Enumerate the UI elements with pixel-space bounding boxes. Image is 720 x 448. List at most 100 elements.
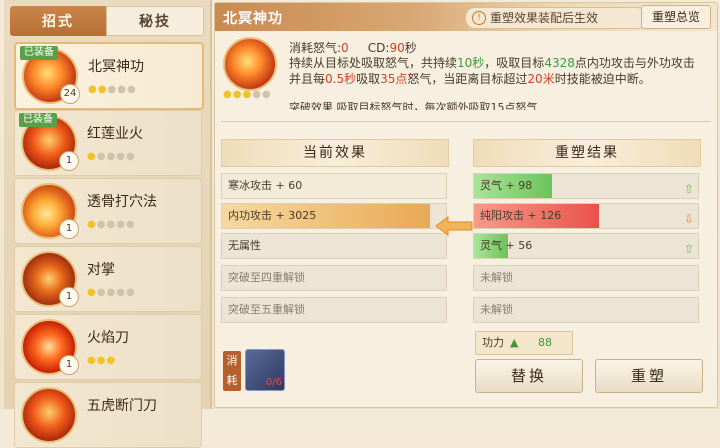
info-icon: ! — [472, 11, 486, 25]
replace-button[interactable]: 替换 — [475, 359, 583, 393]
description-segment: 持续从目标处吸取怒气，共持续 — [289, 56, 458, 70]
star-icon: ● — [126, 84, 137, 95]
current-effect-row: 突破至五重解锁 — [221, 297, 447, 323]
power-value: 88 — [538, 336, 552, 349]
cost-label: 消耗怒气: — [289, 41, 342, 55]
arrow-up-icon: ⇧ — [683, 242, 694, 256]
current-effect-row: 突破至四重解锁 — [221, 265, 447, 291]
current-effect-row: 无属性 — [221, 233, 447, 259]
star-icon: ● — [261, 89, 272, 100]
skill-item-icon — [21, 387, 77, 443]
star-icon: ● — [88, 84, 98, 95]
star-icon: ● — [232, 89, 243, 100]
skill-item[interactable]: 已装备 1 红莲业火 ●●●●● — [14, 110, 202, 176]
current-effect-header: 当前效果 — [221, 139, 449, 167]
reshape-overview-button[interactable]: 重塑总览 — [641, 5, 711, 29]
power-stat: 功力 ▲ 88 — [475, 331, 573, 355]
consume-item-slot[interactable]: 0/6 — [245, 349, 285, 391]
skill-list-panel: 招式 秘技 已装备 24 北冥神功 ●●●●● 已装备 1 红莲业火 ●●●●● 1 透骨打穴法 ●… — [4, 0, 212, 448]
star-icon: ● — [125, 287, 136, 298]
star-icon: ● — [106, 219, 117, 230]
consume-count: 0/6 — [265, 377, 282, 388]
power-label: 功力 — [482, 336, 504, 349]
skill-tabs: 招式 秘技 — [10, 6, 204, 36]
skill-item[interactable]: 1 透骨打穴法 ●●●●● — [14, 178, 202, 244]
star-icon: ● — [87, 355, 97, 366]
consume-label: 消耗 — [223, 351, 241, 391]
skill-description: 持续从目标处吸取怒气，共持续10秒，吸取目标4328点内功攻击与外功攻击并且每0… — [289, 55, 695, 87]
cd-unit: 秒 — [404, 41, 417, 55]
star-icon: ● — [106, 287, 117, 298]
skill-level: 1 — [59, 287, 79, 307]
skill-item[interactable]: 1 对掌 ●●●●● — [14, 246, 202, 312]
reshape-result-row: 灵气 + 98 ⇧ — [473, 173, 699, 199]
equipped-badge: 已装备 — [19, 113, 57, 127]
effect-text: 寒冰攻击 + 60 — [228, 179, 303, 192]
star-icon: ● — [252, 89, 262, 100]
skill-description-clipped: 突破效果 吸取目标怒气时，每次额外吸取15点怒气 — [289, 102, 538, 110]
description-segment: 10秒 — [457, 56, 485, 70]
tab-moves[interactable]: 招式 — [10, 6, 106, 36]
reshape-tip: ! 重塑效果装配后生效 — [465, 7, 647, 29]
skill-item-name: 对掌 — [87, 262, 115, 278]
skill-item-name: 五虎断门刀 — [87, 398, 157, 414]
skill-item-stars: ●●●●● — [87, 151, 136, 162]
skill-title: 北冥神功 — [223, 11, 283, 27]
star-icon: ● — [87, 151, 97, 162]
description-segment: 点内功攻击 — [574, 56, 635, 70]
result-text: 未解锁 — [480, 271, 513, 284]
description-segment: 4328 — [544, 56, 575, 70]
tab-secret-skills[interactable]: 秘技 — [106, 6, 204, 36]
skill-item-name: 红莲业火 — [87, 126, 143, 142]
skill-item-name: 透骨打穴法 — [87, 194, 157, 210]
skill-level: 24 — [60, 84, 80, 104]
swap-arrow-icon — [434, 213, 474, 239]
description-segment: 35点 — [380, 72, 408, 86]
reshape-button[interactable]: 重塑 — [595, 359, 703, 393]
skill-level: 1 — [59, 219, 79, 239]
star-icon: ● — [117, 84, 127, 95]
star-icon: ● — [96, 355, 107, 366]
reshape-result-row: 灵气 + 56 ⇧ — [473, 233, 699, 259]
result-text: 灵气 + 98 — [480, 179, 533, 192]
skill-item-stars: ●●●●● — [87, 287, 136, 298]
star-icon: ● — [223, 89, 233, 100]
reshape-result-header: 重塑结果 — [473, 139, 701, 167]
effect-text: 突破至四重解锁 — [228, 271, 305, 284]
description-segment: 0.5秒 — [325, 72, 357, 86]
star-icon: ● — [96, 287, 107, 298]
skill-item-stars: ●●●●● — [88, 84, 137, 95]
arrow-down-icon: ⇩ — [683, 212, 694, 226]
star-icon: ● — [96, 219, 107, 230]
reshape-tip-text: 重塑效果装配后生效 — [490, 11, 599, 25]
star-icon: ● — [96, 151, 107, 162]
skill-item-stars: ●●●●● — [87, 219, 136, 230]
cd-value: 90 — [389, 41, 405, 55]
skill-item[interactable]: 五虎断门刀 — [14, 382, 202, 448]
detail-header: 北冥神功 ! 重塑效果装配后生效 重塑总览 — [215, 3, 717, 31]
skill-item[interactable]: 已装备 24 北冥神功 ●●●●● — [14, 42, 204, 110]
skill-item-name: 北冥神功 — [88, 59, 144, 75]
effect-text: 无属性 — [228, 239, 261, 252]
divider — [221, 121, 711, 122]
reshape-result-row: 纯阳攻击 + 126 ⇩ — [473, 203, 699, 229]
current-effect-row: 寒冰攻击 + 60 — [221, 173, 447, 199]
skill-detail-panel: 北冥神功 ! 重塑效果装配后生效 重塑总览 ●●●●● 消耗怒气:0 CD:90… — [214, 2, 718, 408]
star-icon: ● — [116, 287, 126, 298]
skill-item[interactable]: 1 火焰刀 ●●● — [14, 314, 202, 380]
result-text: 未解锁 — [480, 303, 513, 316]
star-icon: ● — [106, 355, 117, 366]
skill-item-name: 火焰刀 — [87, 330, 129, 346]
star-icon: ● — [87, 287, 97, 298]
star-icon: ● — [97, 84, 108, 95]
star-icon: ● — [242, 89, 253, 100]
skill-icon — [223, 37, 277, 91]
cost-value: 0 — [341, 41, 349, 55]
result-text: 纯阳攻击 + 126 — [480, 209, 562, 222]
star-icon: ● — [87, 219, 97, 230]
description-segment: ，吸取目标 — [484, 56, 545, 70]
star-icon: ● — [125, 151, 136, 162]
arrow-up-icon: ▲ — [510, 336, 519, 349]
arrow-up-icon: ⇧ — [683, 182, 694, 196]
effect-text: 内功攻击 + 3025 — [228, 209, 317, 222]
